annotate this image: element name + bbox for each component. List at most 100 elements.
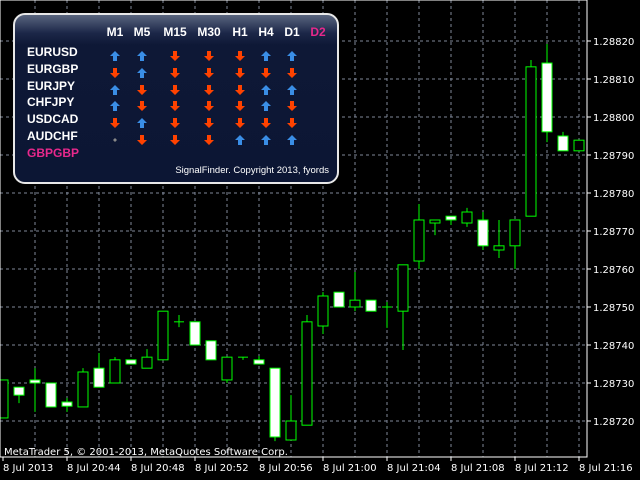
arrow-down-icon (203, 131, 215, 145)
candle-body (157, 310, 169, 361)
candle-body (93, 367, 105, 388)
candle (109, 357, 121, 384)
signal-finder-panel: M1 M5 M15 M30 H1 H4 D1 D2 EURUSD EURGBP EURJPY CHFJ… (13, 13, 339, 184)
candle-body (573, 139, 585, 152)
arrow-down-icon (136, 81, 148, 95)
candle-body (141, 356, 153, 369)
y-tick-label: 1.28760 (593, 265, 634, 276)
arrow-up-icon (286, 81, 298, 95)
candle (477, 212, 489, 250)
symbol-label-gbpgbp[interactable]: GBPGBP (27, 146, 79, 160)
timeframe-header-d2: D2 (310, 25, 326, 39)
candle-body (301, 321, 313, 426)
candle (238, 356, 248, 360)
candle (397, 264, 409, 350)
candle (253, 356, 265, 365)
price-axis[interactable]: 1.28720 1.28730 1.28740 1.28750 1.28760 1.287… (587, 37, 634, 428)
symbol-label-eurjpy[interactable]: EURJPY (27, 79, 75, 93)
candle (509, 219, 521, 269)
candle-body (205, 340, 217, 361)
arrow-up-icon (234, 131, 246, 145)
arrow-up-icon (136, 64, 148, 78)
arrow-down-icon (286, 97, 298, 112)
candle-body (365, 299, 377, 312)
candle-body (269, 367, 281, 438)
candle-body (413, 219, 425, 262)
x-tick-label: 8 Jul 21:00 (323, 463, 377, 474)
candle-body (397, 264, 409, 312)
candle (125, 359, 137, 365)
candle-body (541, 62, 553, 133)
arrow-down-icon (286, 64, 298, 78)
candle (573, 139, 585, 152)
arrow-down-icon (234, 47, 246, 61)
arrow-down-icon (169, 81, 181, 95)
candle (557, 131, 569, 152)
arrow-down-icon (234, 81, 246, 95)
candle-body (125, 359, 137, 365)
y-tick-label: 1.28790 (593, 151, 634, 162)
x-tick-label: 8 Jul 21:04 (387, 463, 441, 474)
symbol-label-eurusd[interactable]: EURUSD (27, 45, 78, 59)
time-axis[interactable]: 8 Jul 2013 8 Jul 20:44 8 Jul 20:48 8 Jul 20… (2, 457, 633, 474)
arrow-down-icon (169, 47, 181, 61)
arrow-down-icon (203, 47, 215, 61)
arrow-down-icon (260, 114, 272, 129)
arrow-down-icon (234, 114, 246, 129)
candle (221, 356, 233, 383)
candle-body (253, 359, 265, 365)
arrow-up-icon (260, 131, 272, 145)
candle (0, 379, 9, 419)
candle-body (333, 291, 345, 308)
arrow-up-icon (260, 81, 272, 95)
neutral-dot-icon (109, 131, 121, 143)
arrow-down-icon (169, 131, 181, 145)
timeframe-header-m30: M30 (197, 25, 221, 39)
candle (301, 314, 313, 426)
x-tick-label: 8 Jul 20:52 (195, 463, 249, 474)
symbol-label-audchf[interactable]: AUDCHF (27, 129, 78, 143)
arrow-up-icon (109, 47, 121, 61)
y-tick-label: 1.28810 (593, 75, 634, 86)
candle-body (29, 379, 41, 384)
candle-body (525, 66, 537, 217)
candle (45, 382, 57, 408)
candle (189, 321, 201, 346)
candle (413, 204, 425, 269)
candle (333, 291, 345, 308)
candle (461, 207, 473, 227)
candle-body (493, 245, 505, 251)
candle (174, 314, 184, 328)
candle (269, 367, 281, 442)
candle (13, 386, 25, 404)
y-tick-label: 1.28820 (593, 37, 634, 48)
symbol-label-eurgbp[interactable]: EURGBP (27, 62, 78, 76)
arrow-down-icon (109, 64, 121, 78)
candle-body (477, 219, 489, 247)
candle (525, 60, 537, 217)
y-tick-label: 1.28730 (593, 379, 634, 390)
candle (317, 292, 329, 334)
symbol-label-usdcad[interactable]: USDCAD (27, 112, 78, 126)
arrow-down-icon (136, 97, 148, 112)
candle (429, 219, 441, 236)
symbol-label-chfjpy[interactable]: CHFJPY (27, 95, 74, 109)
arrow-down-icon (109, 114, 121, 129)
candle (365, 299, 377, 312)
arrow-up-icon (136, 47, 148, 61)
x-tick-label: 8 Jul 2013 (3, 463, 53, 474)
arrow-down-icon (234, 97, 246, 112)
candle (541, 44, 553, 143)
candle-body (461, 211, 473, 224)
y-tick-label: 1.28740 (593, 341, 634, 352)
y-tick-label: 1.28770 (593, 227, 634, 238)
candle (141, 349, 153, 369)
arrow-down-icon (169, 64, 181, 78)
timeframe-header-d1: D1 (284, 25, 300, 39)
candle-body (0, 379, 9, 419)
candle (349, 272, 361, 312)
x-tick-label: 8 Jul 21:08 (451, 463, 505, 474)
candle-body (285, 420, 297, 441)
candle-body (445, 215, 457, 221)
candle (493, 219, 505, 258)
